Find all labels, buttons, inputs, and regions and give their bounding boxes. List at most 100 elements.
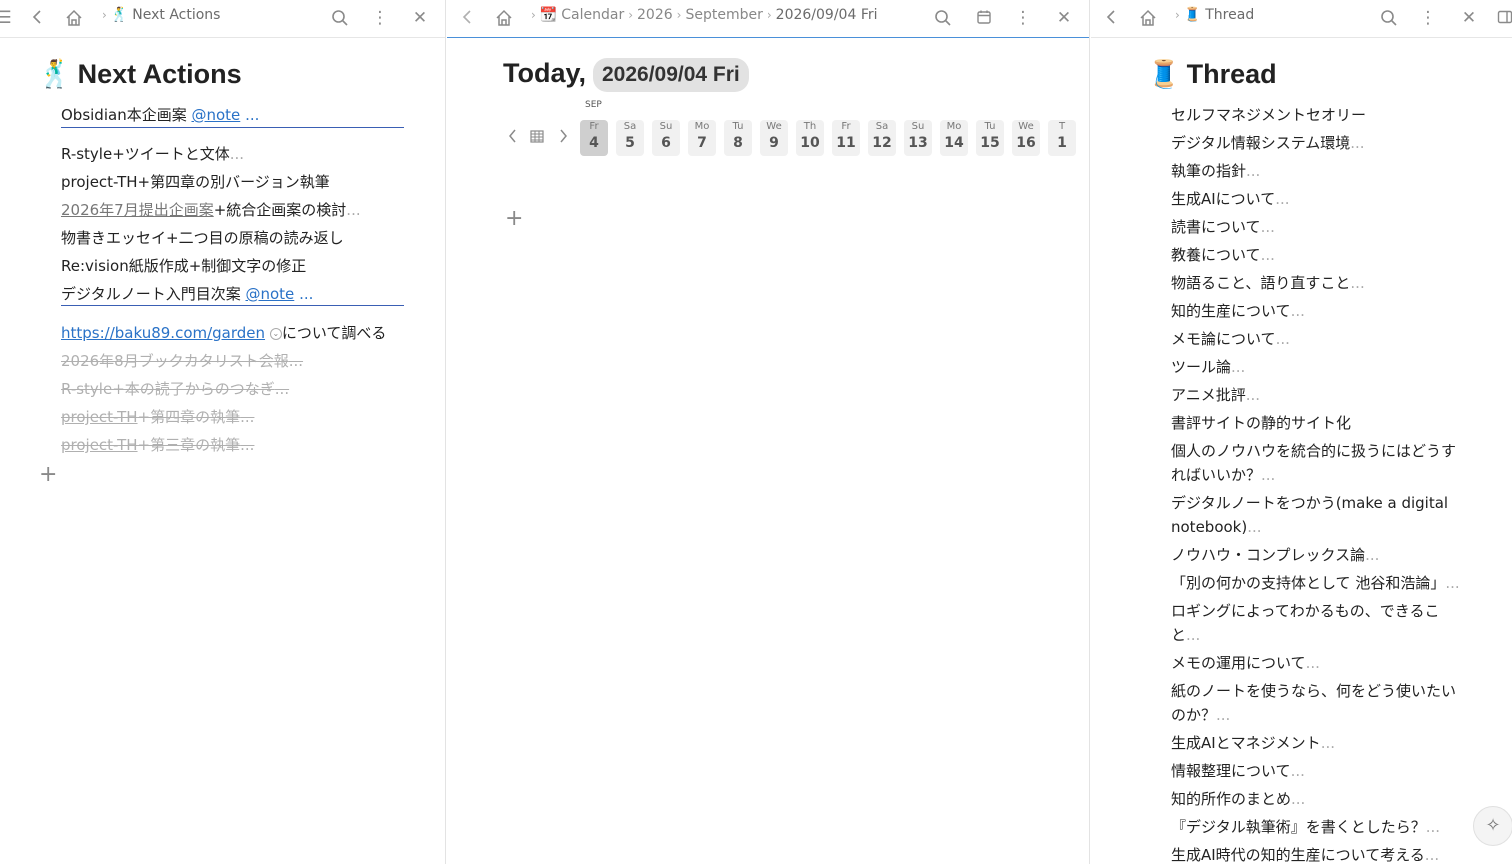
list-item[interactable]: デジタルノート入門目次案 @note ... — [61, 284, 313, 304]
calendar-day[interactable]: Su 13 — [904, 120, 932, 156]
calendar-day[interactable]: Mo 7 — [688, 120, 716, 156]
thread-item[interactable]: アニメ批評... — [1171, 383, 1260, 407]
thread-item[interactable]: 読書について... — [1171, 215, 1275, 239]
list-item[interactable]: Obsidian本企画案 @note ... — [61, 105, 259, 125]
calendar-day[interactable]: Mo 14 — [940, 120, 968, 156]
search-icon[interactable] — [1377, 6, 1401, 30]
calendar-icon[interactable] — [529, 128, 545, 148]
thread-item[interactable]: デジタル情報システム環境... — [1171, 131, 1365, 155]
back-icon[interactable] — [1100, 6, 1124, 30]
ellipsis[interactable]: ... — [245, 106, 259, 124]
breadcrumb-current[interactable]: Next Actions — [132, 7, 220, 23]
calendar-day[interactable]: Sa 12 — [868, 120, 896, 156]
ellipsis[interactable]: ... — [1186, 626, 1200, 644]
menu-icon[interactable]: ☰ — [0, 6, 16, 30]
note-tag-link[interactable]: @note — [245, 285, 294, 303]
thread-item[interactable]: ツール論... — [1171, 355, 1245, 379]
search-icon[interactable] — [931, 6, 955, 30]
ellipsis[interactable]: ... — [230, 145, 244, 163]
search-icon[interactable] — [328, 6, 352, 30]
internal-link[interactable]: project-TH — [61, 436, 138, 454]
thread-item[interactable]: 個人のノウハウを統合的に扱うにはどうす ればいいか？... — [1171, 439, 1456, 487]
ellipsis[interactable]: ... — [1291, 302, 1305, 320]
list-item[interactable]: https://baku89.com/garden ⌄ について調べる — [61, 323, 386, 343]
thread-item[interactable]: 『デジタル執筆術』を書くとしたら？... — [1171, 815, 1440, 839]
thread-item[interactable]: 紙のノートを使うなら、何をどう使いたい のか？... — [1171, 679, 1456, 727]
sidebar-toggle-icon[interactable] — [1493, 6, 1512, 30]
plus-icon[interactable]: + — [39, 464, 57, 486]
more-icon[interactable]: ⋮ — [368, 6, 392, 30]
ellipsis[interactable]: ... — [275, 380, 289, 398]
date-badge[interactable]: 2026/09/04 Fri — [593, 58, 749, 92]
ellipsis[interactable]: ... — [1291, 790, 1305, 808]
list-item[interactable]: 2026年7月提出企画案+統合企画案の検討... — [61, 200, 361, 220]
ellipsis[interactable]: ... — [1261, 246, 1275, 264]
calendar-day[interactable]: We 9 — [760, 120, 788, 156]
calendar-day[interactable]: Sa 5 — [616, 120, 644, 156]
thread-item[interactable]: ロギングによってわかるもの、できるこ と... — [1171, 599, 1440, 647]
ellipsis[interactable]: ... — [1275, 190, 1289, 208]
thread-item[interactable]: メモの運用について... — [1171, 651, 1320, 675]
breadcrumb-current[interactable]: Thread — [1205, 7, 1254, 23]
ellipsis[interactable]: ... — [1306, 654, 1320, 672]
thread-item[interactable]: セルフマネジメントセオリー — [1171, 103, 1366, 127]
breadcrumb-month[interactable]: September — [685, 7, 762, 23]
chevron-down-icon[interactable]: ⌄ — [269, 327, 282, 340]
home-icon[interactable] — [492, 6, 516, 30]
internal-link[interactable]: 2026年7月提出企画案 — [61, 201, 214, 219]
done-list-item[interactable]: R-style+本の読了からのつなぎ... — [61, 379, 289, 399]
thread-item[interactable]: 知的生産について... — [1171, 299, 1305, 323]
plus-icon[interactable]: + — [505, 208, 523, 230]
thread-item[interactable]: 生成AIとマネジメント... — [1171, 731, 1335, 755]
thread-item[interactable]: メモ論について... — [1171, 327, 1290, 351]
ellipsis[interactable]: ... — [1350, 274, 1364, 292]
thread-item[interactable]: 教養について... — [1171, 243, 1275, 267]
calendar-day[interactable]: We 16 — [1012, 120, 1040, 156]
ellipsis[interactable]: ... — [1365, 546, 1379, 564]
back-icon[interactable] — [456, 6, 480, 30]
ellipsis[interactable]: ... — [240, 408, 254, 426]
calendar-day[interactable]: Th 10 — [796, 120, 824, 156]
ellipsis[interactable]: ... — [289, 352, 303, 370]
thread-item[interactable]: デジタルノートをつかう(make a digital notebook)... — [1171, 491, 1448, 539]
close-icon[interactable]: ✕ — [1457, 6, 1481, 30]
close-icon[interactable]: ✕ — [408, 6, 432, 30]
close-icon[interactable]: ✕ — [1052, 6, 1076, 30]
thread-item[interactable]: 知的所作のまとめ... — [1171, 787, 1305, 811]
more-icon[interactable]: ⋮ — [1416, 6, 1440, 30]
ellipsis[interactable]: ... — [1216, 706, 1230, 724]
ellipsis[interactable]: ... — [346, 201, 360, 219]
ellipsis[interactable]: ... — [1261, 218, 1275, 236]
breadcrumb-current[interactable]: 2026/09/04 Fri — [776, 7, 878, 23]
home-icon[interactable] — [62, 6, 86, 30]
ai-sparkle-icon[interactable]: ✧ — [1473, 806, 1512, 846]
done-list-item[interactable]: 2026年8月ブックカタリスト会報... — [61, 351, 303, 371]
breadcrumb-year[interactable]: 2026 — [637, 7, 673, 23]
calendar-day[interactable]: Tu 8 — [724, 120, 752, 156]
list-item[interactable]: project-TH+第四章の別バージョン執筆 — [61, 172, 330, 192]
thread-item[interactable]: 情報整理について... — [1171, 759, 1305, 783]
more-icon[interactable]: ⋮ — [1011, 6, 1035, 30]
breadcrumb-calendar[interactable]: Calendar — [561, 7, 624, 23]
home-icon[interactable] — [1136, 6, 1160, 30]
calendar-day[interactable]: Fr 11 — [832, 120, 860, 156]
ellipsis[interactable]: ... — [1426, 818, 1440, 836]
ellipsis[interactable]: ... — [1247, 518, 1261, 536]
ellipsis[interactable]: ... — [1276, 330, 1290, 348]
done-list-item[interactable]: project-TH+第四章の執筆... — [61, 407, 254, 427]
thread-item[interactable]: 書評サイトの静的サイト化 — [1171, 411, 1351, 435]
note-tag-link[interactable]: @note — [191, 106, 240, 124]
ellipsis[interactable]: ... — [1231, 358, 1245, 376]
calendar-day[interactable]: T1 — [1048, 120, 1076, 156]
ellipsis[interactable]: ... — [1291, 762, 1305, 780]
calendar-day[interactable]: Tu 15 — [976, 120, 1004, 156]
calendar-day[interactable]: Su 6 — [652, 120, 680, 156]
internal-link[interactable]: project-TH — [61, 408, 138, 426]
thread-item[interactable]: 物語ること、語り直すこと... — [1171, 271, 1365, 295]
list-item[interactable]: 物書きエッセイ+二つ目の原稿の読み返し — [61, 228, 344, 248]
ellipsis[interactable]: ... — [1246, 386, 1260, 404]
done-list-item[interactable]: project-TH+第三章の執筆... — [61, 435, 254, 455]
next-week-icon[interactable] — [557, 128, 569, 148]
calendar-day[interactable]: Fr 4 — [580, 120, 608, 156]
prev-week-icon[interactable] — [507, 128, 519, 148]
